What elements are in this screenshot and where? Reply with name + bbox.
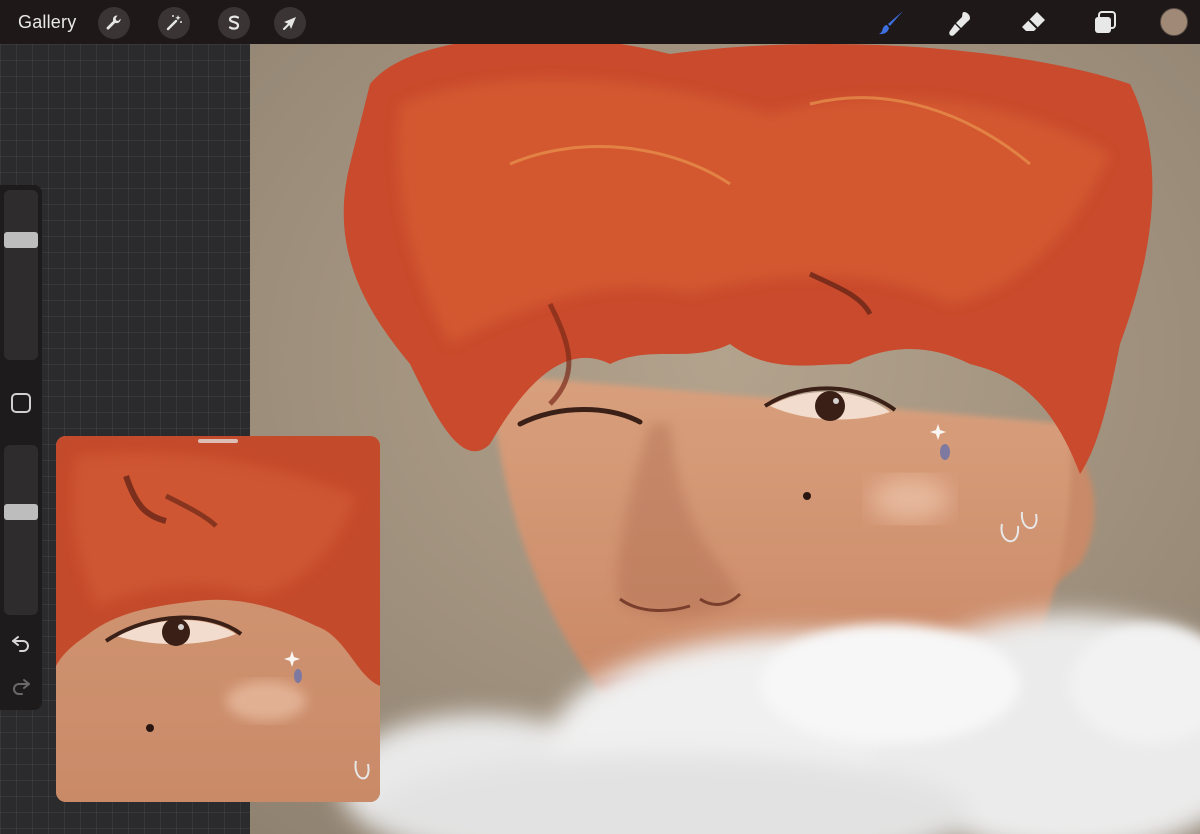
selection-s-icon — [228, 15, 240, 30]
adjustments-button[interactable] — [158, 7, 190, 39]
drawing-canvas[interactable] — [250, 44, 1200, 834]
selection-button[interactable] — [218, 7, 250, 39]
opacity-thumb[interactable] — [4, 503, 38, 520]
layers-button[interactable] — [1090, 8, 1120, 38]
top-toolbar: Gallery — [0, 0, 1200, 44]
magic-wand-icon — [166, 15, 182, 31]
smudge-tool[interactable] — [946, 8, 976, 38]
reference-image — [56, 436, 380, 802]
transform-button[interactable] — [274, 7, 306, 39]
reference-window[interactable] — [56, 436, 380, 802]
brush-icon — [879, 11, 903, 35]
sidebar — [0, 185, 42, 710]
eraser-icon — [1022, 12, 1045, 31]
layers-icon — [1095, 11, 1116, 33]
reference-drag-handle[interactable] — [198, 439, 238, 443]
smudge-icon — [949, 12, 970, 36]
opacity-slider[interactable] — [4, 445, 38, 615]
brush-size-thumb[interactable] — [4, 231, 38, 248]
paint-tool[interactable] — [876, 8, 906, 38]
undo-icon[interactable] — [9, 631, 33, 655]
actions-button[interactable] — [98, 7, 130, 39]
gallery-button[interactable]: Gallery — [18, 12, 76, 33]
arrow-cursor-icon — [283, 17, 296, 30]
wrench-icon — [106, 15, 121, 30]
modify-square-icon[interactable] — [11, 393, 31, 413]
redo-icon[interactable] — [9, 674, 33, 698]
artwork-painting — [250, 44, 1200, 834]
color-swatch[interactable] — [1160, 8, 1188, 36]
eraser-tool[interactable] — [1018, 8, 1048, 38]
brush-size-slider[interactable] — [4, 190, 38, 360]
